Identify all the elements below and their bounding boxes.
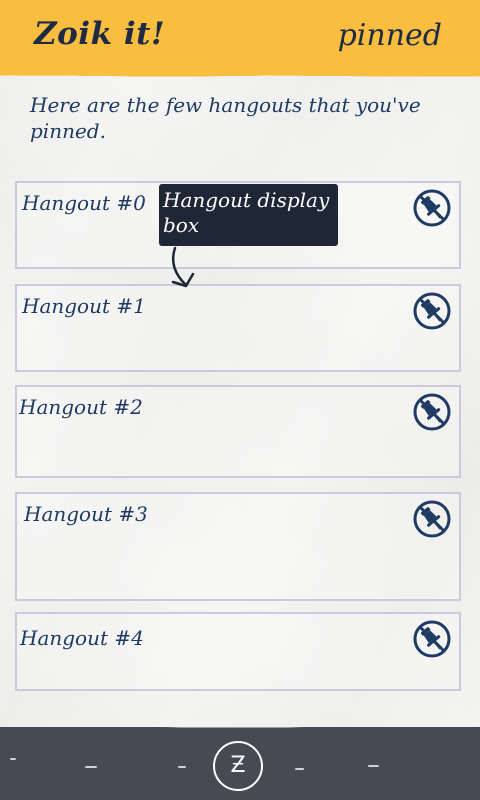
hangout-label: Hangout #0 (22, 191, 146, 215)
zoik-logo-icon: Ƶ (230, 753, 246, 778)
home-button[interactable]: Ƶ (213, 741, 263, 791)
hangout-box[interactable]: Hangout #2 (15, 385, 461, 478)
unpin-button[interactable] (413, 500, 451, 538)
hangout-label: Hangout #4 (20, 626, 144, 650)
unpin-icon (413, 620, 451, 658)
hangout-box[interactable]: Hangout #3 (15, 492, 461, 601)
intro-text: Here are the few hangouts that you've pi… (30, 93, 421, 143)
unpin-icon (413, 189, 451, 227)
tutorial-tooltip: Hangout display box (159, 184, 338, 246)
hangout-label: Hangout #1 (22, 294, 146, 318)
unpin-icon (413, 292, 451, 330)
unpin-button[interactable] (413, 620, 451, 658)
header-brush-edge (0, 70, 480, 80)
hangout-label: Hangout #2 (19, 395, 143, 419)
unpin-icon (413, 393, 451, 431)
unpin-button[interactable] (413, 393, 451, 431)
decorative-streak (10, 758, 16, 760)
unpin-icon (413, 500, 451, 538)
app-title: Zoik it! (34, 16, 166, 52)
hangout-box[interactable]: Hangout #4 (15, 612, 461, 691)
decorative-streak (295, 768, 304, 770)
hangout-label: Hangout #3 (24, 502, 148, 526)
decorative-streak (178, 766, 186, 768)
app-header: Zoik it! pinned (0, 0, 480, 80)
hangout-box[interactable]: Hangout #1 (15, 284, 461, 372)
unpin-button[interactable] (413, 292, 451, 330)
decorative-streak (368, 765, 379, 767)
unpin-button[interactable] (413, 189, 451, 227)
page-title: pinned (337, 18, 442, 53)
tooltip-arrow-icon (171, 246, 195, 288)
decorative-streak (85, 766, 97, 768)
